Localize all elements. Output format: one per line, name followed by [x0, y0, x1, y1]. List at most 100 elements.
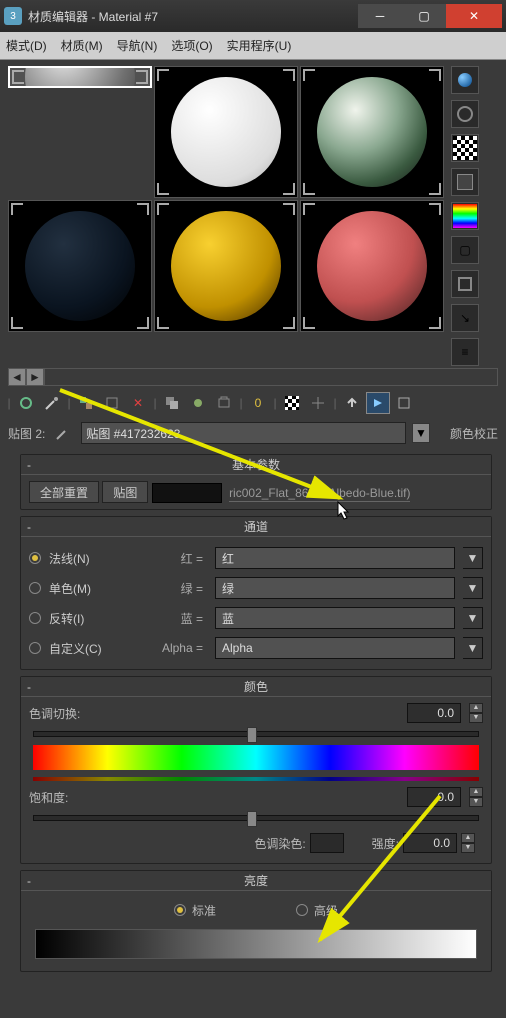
dropdown-icon[interactable]: ▼	[463, 637, 483, 659]
hue-shift-input[interactable]: 0.0	[407, 703, 461, 723]
dropdown-icon[interactable]: ▼	[463, 547, 483, 569]
map-slot-label: 贴图 2:	[8, 425, 45, 442]
menubar: 模式(D) 材质(M) 导航(N) 选项(O) 实用程序(U)	[0, 32, 506, 60]
reset-all-button[interactable]: 全部重置	[29, 481, 99, 503]
saturation-slider[interactable]	[33, 815, 479, 821]
scroll-right[interactable]: ►	[26, 368, 44, 386]
show-in-viewport-icon[interactable]	[280, 392, 304, 414]
sample-slot-3[interactable]	[300, 66, 444, 198]
dropdown-icon[interactable]: ▼	[463, 607, 483, 629]
collapse-icon: -	[27, 458, 31, 472]
hue-slider[interactable]	[33, 731, 479, 737]
radio-advanced[interactable]	[296, 904, 308, 916]
sample-slot-2[interactable]	[154, 66, 298, 198]
combo-drop-icon[interactable]: ▼	[412, 423, 430, 443]
sample-slot-1[interactable]	[8, 66, 152, 88]
radio-normal[interactable]	[29, 552, 41, 564]
scroll-left[interactable]: ◄	[8, 368, 26, 386]
pick-material-icon[interactable]	[40, 392, 64, 414]
strength-input[interactable]: 0.0	[403, 833, 457, 853]
close-button[interactable]: ✕	[446, 4, 502, 28]
radio-invert[interactable]	[29, 612, 41, 624]
scroll-track[interactable]	[44, 368, 498, 386]
reset-map-icon[interactable]	[100, 392, 124, 414]
sample-slot-5[interactable]	[154, 200, 298, 332]
maximize-button[interactable]: ▢	[402, 4, 446, 28]
go-forward-icon[interactable]	[366, 392, 390, 414]
panel-title: 亮度	[244, 872, 268, 889]
alpha-select[interactable]: Alpha	[215, 637, 455, 659]
sample-slot-6[interactable]	[300, 200, 444, 332]
go-to-sibling-icon[interactable]	[392, 392, 416, 414]
alpha-eq-label: Alpha =	[143, 641, 203, 655]
map-button[interactable]: 贴图	[102, 481, 148, 503]
green-select[interactable]: 绿	[215, 577, 455, 599]
panel-channel-header[interactable]: - 通道	[21, 517, 491, 537]
saturation-label: 饱和度:	[29, 789, 68, 806]
tint-label: 色调染色:	[254, 835, 305, 852]
app-icon: 3	[4, 7, 22, 25]
sample-type-icon[interactable]	[451, 66, 479, 94]
get-material-icon[interactable]	[14, 392, 38, 414]
map-filename[interactable]: ric002_Flat_86cm-Albedo-Blue.tif)	[229, 486, 410, 502]
select-by-material-icon[interactable]: ↘	[451, 304, 479, 332]
brightness-gradient	[35, 929, 477, 959]
radio-custom[interactable]	[29, 642, 41, 654]
slider-thumb[interactable]	[247, 727, 257, 743]
menu-material[interactable]: 材质(M)	[61, 37, 103, 54]
collapse-icon: -	[27, 520, 31, 534]
spinner-buttons[interactable]: ▲▼	[469, 787, 483, 807]
sample-sphere	[317, 77, 427, 187]
radio-standard-label: 标准	[192, 902, 216, 919]
strength-label: 强度:	[372, 835, 399, 852]
spinner-buttons[interactable]: ▲▼	[469, 703, 483, 723]
go-to-parent-icon[interactable]	[340, 392, 364, 414]
panel-brightness-header[interactable]: - 亮度	[21, 871, 491, 891]
radio-mono[interactable]	[29, 582, 41, 594]
panel-channel: - 通道 法线(N) 红 = 红 ▼ 单色(M) 绿 = 绿 ▼ 反转(I) 蓝…	[20, 516, 492, 670]
make-copy-icon[interactable]	[160, 392, 184, 414]
show-end-result-icon[interactable]	[306, 392, 330, 414]
material-id-icon[interactable]: 0	[246, 392, 270, 414]
radio-invert-label: 反转(I)	[49, 610, 135, 627]
backlight-icon[interactable]	[451, 100, 479, 128]
panel-basic: - 基本参数 全部重置 贴图 ric002_Flat_86cm-Albedo-B…	[20, 454, 492, 510]
blue-eq-label: 蓝 =	[143, 610, 203, 627]
background-icon[interactable]	[451, 134, 479, 162]
map-enable-icon[interactable]	[51, 422, 75, 444]
delete-icon[interactable]: ✕	[126, 392, 150, 414]
put-to-library-icon[interactable]	[212, 392, 236, 414]
minimize-button[interactable]: ─	[358, 4, 402, 28]
options-icon[interactable]	[451, 270, 479, 298]
map-preview-slot[interactable]	[152, 483, 222, 503]
make-preview-icon[interactable]: ▢	[451, 236, 479, 264]
make-unique-icon[interactable]	[186, 392, 210, 414]
sample-sphere	[25, 211, 135, 321]
material-list-icon[interactable]: ≡	[451, 338, 479, 366]
spinner-buttons[interactable]: ▲▼	[461, 833, 475, 853]
panel-color: - 颜色 色调切换: 0.0 ▲▼ 饱和度: 0.0 ▲▼ 色调染色: 强度: …	[20, 676, 492, 864]
menu-navigate[interactable]: 导航(N)	[117, 37, 158, 54]
radio-normal-label: 法线(N)	[49, 550, 135, 567]
panel-color-header[interactable]: - 颜色	[21, 677, 491, 697]
radio-mono-label: 单色(M)	[49, 580, 135, 597]
saturation-input[interactable]: 0.0	[407, 787, 461, 807]
slider-thumb[interactable]	[247, 811, 257, 827]
sample-slot-4[interactable]	[8, 200, 152, 332]
radio-standard[interactable]	[174, 904, 186, 916]
uv-tile-icon[interactable]	[451, 168, 479, 196]
dropdown-icon[interactable]: ▼	[463, 577, 483, 599]
tint-color-swatch[interactable]	[310, 833, 344, 853]
video-color-icon[interactable]	[451, 202, 479, 230]
panel-basic-header[interactable]: - 基本参数	[21, 455, 491, 475]
map-name-combo[interactable]: 贴图 #417232623	[81, 422, 406, 444]
radio-advanced-label: 高级	[314, 902, 338, 919]
assign-material-icon[interactable]	[74, 392, 98, 414]
blue-select[interactable]: 蓝	[215, 607, 455, 629]
menu-mode[interactable]: 模式(D)	[6, 37, 47, 54]
panel-title: 通道	[244, 518, 268, 535]
panel-brightness: - 亮度 标准 高级	[20, 870, 492, 972]
red-select[interactable]: 红	[215, 547, 455, 569]
menu-utils[interactable]: 实用程序(U)	[227, 37, 292, 54]
menu-options[interactable]: 选项(O)	[171, 37, 212, 54]
